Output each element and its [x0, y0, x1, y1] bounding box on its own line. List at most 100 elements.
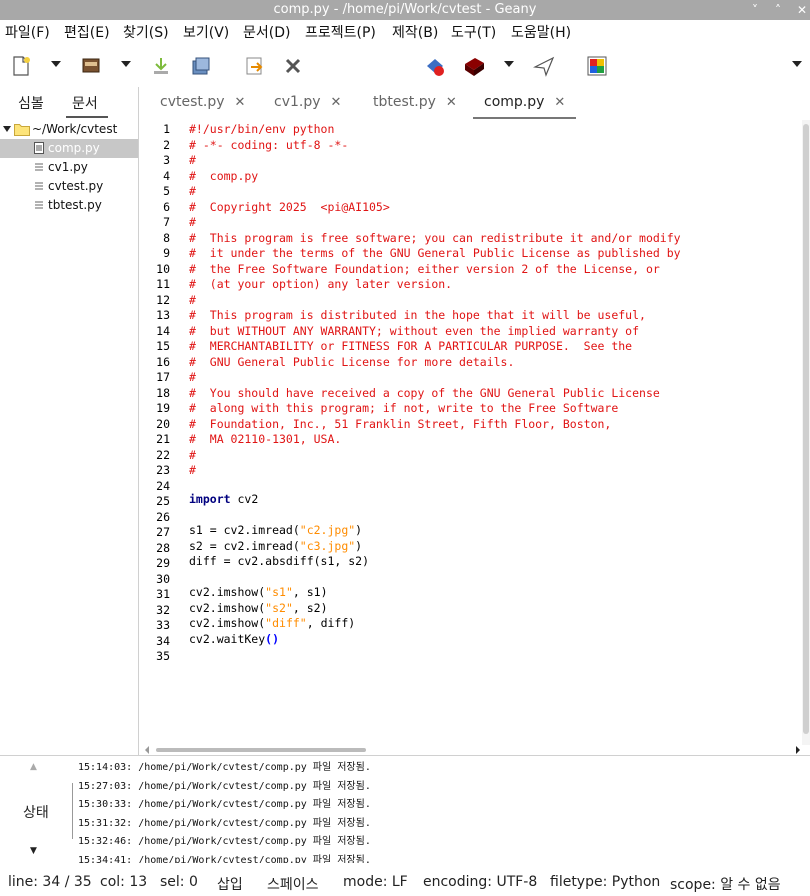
scroll-left-icon[interactable]	[145, 746, 149, 754]
close-tab-icon[interactable]: ✕	[331, 95, 342, 110]
tree-file-cvtest[interactable]: cvtest.py	[0, 177, 138, 196]
menu-search[interactable]: 찾기(S)	[120, 20, 172, 47]
save-icon[interactable]	[150, 55, 172, 77]
scroll-right-icon[interactable]	[796, 746, 800, 754]
save-all-icon[interactable]	[190, 55, 212, 77]
line-number: 25	[156, 494, 170, 508]
line-number: 28	[156, 540, 170, 555]
revert-icon[interactable]	[244, 55, 266, 77]
open-file-icon[interactable]	[80, 55, 102, 77]
tree-file-cv1[interactable]: cv1.py	[0, 158, 138, 177]
expander-icon[interactable]	[3, 126, 11, 132]
code-text: )	[355, 538, 363, 553]
close-tab-icon[interactable]: ✕	[554, 95, 565, 110]
comment-line: # You should have received a copy of the…	[189, 385, 660, 400]
menu-help[interactable]: 도움말(H)	[508, 20, 574, 47]
status-insert-mode: 삽입	[217, 877, 243, 893]
line-number: 20	[156, 416, 170, 431]
new-file-icon[interactable]	[10, 55, 32, 77]
menu-file[interactable]: 파일(F)	[2, 20, 53, 47]
comment-line: #	[189, 215, 196, 229]
comment-line: # (at your option) any later version.	[189, 277, 453, 291]
scroll-down-icon[interactable]: ▼	[30, 846, 37, 856]
line-number: 24	[156, 478, 170, 493]
tab-cvtest[interactable]: cvtest.py ✕	[160, 94, 245, 110]
line-number: 4	[163, 168, 170, 183]
tree-folder[interactable]: ~/Work/cvtest	[0, 120, 138, 139]
comment-line: # GNU General Public License for more de…	[189, 354, 515, 369]
status-tab[interactable]: 상태	[23, 802, 49, 822]
string-literal: "c2.jpg"	[299, 523, 356, 537]
tab-documents[interactable]: 문서	[72, 93, 98, 113]
line-number: 13	[156, 308, 170, 322]
menu-edit[interactable]: 편집(E)	[61, 20, 113, 47]
tab-label: comp.py	[484, 94, 545, 110]
menu-view[interactable]: 보기(V)	[180, 20, 232, 47]
line-number: 19	[156, 401, 170, 415]
message-window: ▲ 상태 ▼ 15:14:03: /home/pi/Work/cvtest/co…	[0, 755, 810, 864]
open-file-dropdown-icon[interactable]	[121, 61, 131, 67]
line-number: 35	[156, 649, 170, 663]
import-keyword: import	[189, 492, 231, 506]
tab-tbtest[interactable]: tbtest.py ✕	[373, 94, 457, 110]
line-number: 6	[163, 199, 170, 214]
menu-tools[interactable]: 도구(T)	[448, 20, 499, 47]
menu-project[interactable]: 프로젝트(P)	[302, 20, 379, 47]
line-number: 16	[156, 354, 170, 369]
vertical-scrollbar[interactable]	[802, 120, 810, 745]
tab-symbols[interactable]: 심볼	[18, 93, 44, 113]
status-filetype: filetype: Python	[550, 874, 661, 890]
line-number: 26	[156, 509, 170, 524]
line-number: 34	[156, 633, 170, 648]
line-number: 9	[163, 246, 170, 260]
toolbar-overflow-icon[interactable]	[792, 61, 802, 67]
file-icon	[34, 142, 44, 154]
vertical-scroll-thumb[interactable]	[803, 124, 809, 734]
color-chooser-icon[interactable]	[586, 55, 608, 77]
close-tab-icon[interactable]: ✕	[235, 95, 246, 110]
menu-document[interactable]: 문서(D)	[240, 20, 293, 47]
line-number: 11	[156, 277, 170, 291]
code-text: cv2.imshow(	[189, 585, 266, 599]
code-editor[interactable]: 1 2 3 4 5 6 7 8 9 10 11 12 13 14 15 16 17 18 19 20 21 22 23 24 2…	[140, 120, 810, 745]
maximize-button[interactable]: ˄	[775, 0, 781, 20]
comment-line: #	[189, 292, 196, 307]
code-text: s1 = cv2.imread(	[189, 523, 300, 537]
close-window-button[interactable]: ✕	[797, 0, 807, 20]
status-line: line: 34 / 35	[8, 874, 92, 890]
horizontal-scroll-thumb[interactable]	[156, 748, 366, 752]
comment-line: # along with this program; if not, write…	[189, 401, 619, 415]
tree-file-tbtest[interactable]: tbtest.py	[0, 196, 138, 215]
minimize-button[interactable]: ˅	[752, 0, 758, 20]
code-text: , s1)	[292, 585, 328, 599]
code-text: cv2.waitKey	[189, 631, 266, 646]
message-line: 15:32:46: /home/pi/Work/cvtest/comp.py 파…	[78, 836, 371, 847]
tab-comp[interactable]: comp.py ✕	[484, 94, 565, 110]
message-line: 15:30:33: /home/pi/Work/cvtest/comp.py 파…	[78, 799, 371, 810]
line-number: 18	[156, 385, 170, 400]
file-label: tbtest.py	[48, 198, 102, 212]
build-dropdown-icon[interactable]	[504, 61, 514, 67]
window-title-bar: comp.py - /home/pi/Work/cvtest - Geany ˅…	[0, 0, 810, 20]
run-icon[interactable]	[533, 55, 555, 77]
comment-line: # Foundation, Inc., 51 Franklin Street, …	[189, 416, 612, 431]
line-number: 8	[163, 230, 170, 245]
new-file-dropdown-icon[interactable]	[51, 61, 61, 67]
string-literal: "c3.jpg"	[299, 538, 356, 553]
comment-line: #!/usr/bin/env python	[189, 122, 335, 136]
comment-line: #	[189, 447, 196, 462]
menu-build[interactable]: 제작(B)	[389, 20, 441, 47]
scroll-up-icon[interactable]: ▲	[30, 762, 37, 772]
horizontal-scrollbar[interactable]	[140, 745, 810, 755]
close-tab-icon[interactable]: ✕	[446, 95, 457, 110]
build-icon[interactable]	[463, 55, 485, 77]
comment-line: # This program is free software; you can…	[189, 230, 681, 245]
toolbar	[0, 47, 810, 87]
tab-cv1[interactable]: cv1.py ✕	[274, 94, 341, 110]
comment-line: # Copyright 2025 <pi@AI105>	[189, 199, 390, 214]
tree-file-comp[interactable]: comp.py	[0, 139, 138, 158]
tab-label: cvtest.py	[160, 94, 225, 110]
close-file-icon[interactable]	[282, 55, 304, 77]
compile-icon[interactable]	[424, 55, 446, 77]
code-line-34: cv2.waitKey()	[189, 632, 279, 646]
